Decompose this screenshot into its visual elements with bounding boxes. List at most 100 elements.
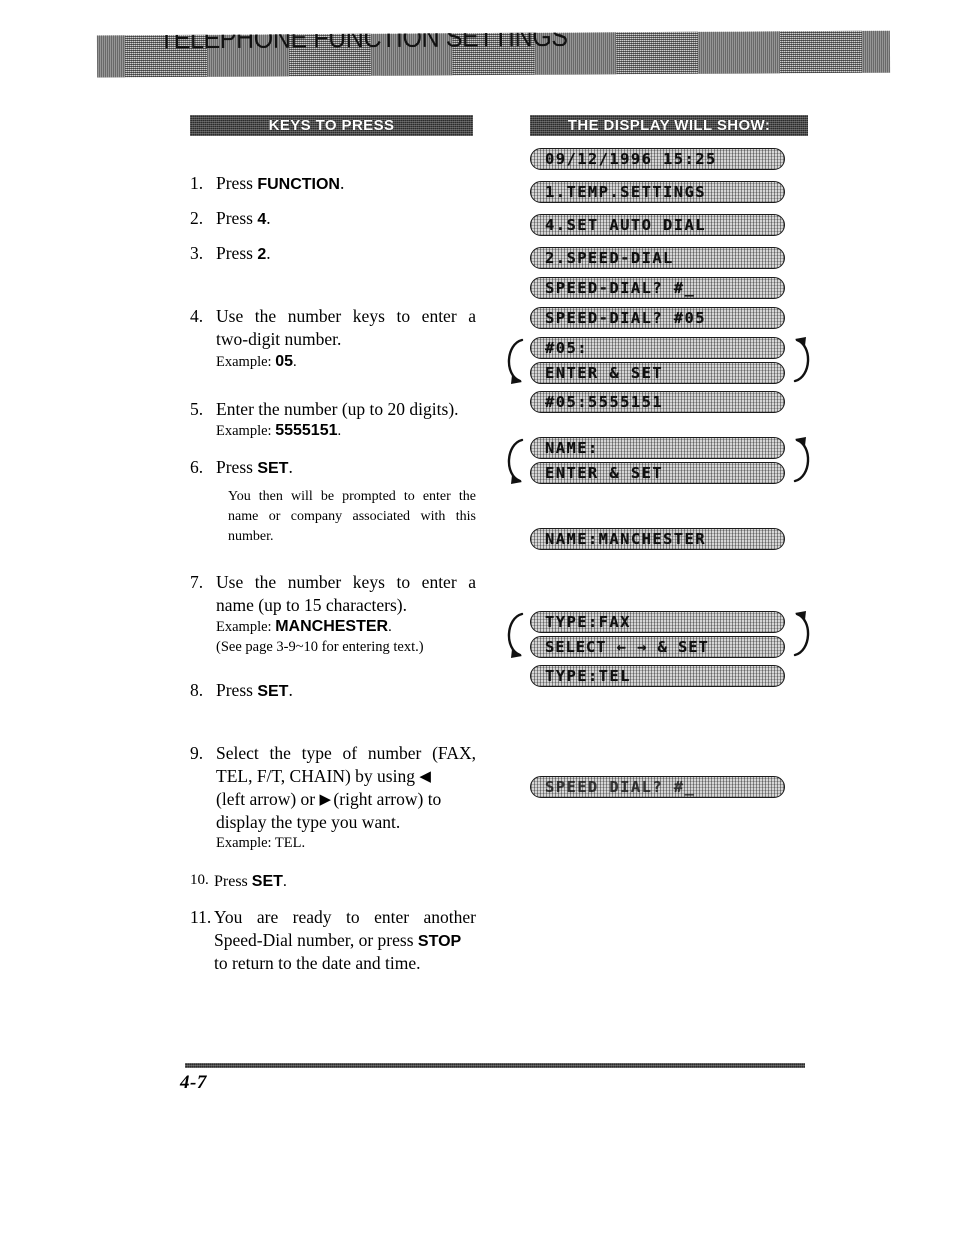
- footer-rule: [185, 1063, 805, 1068]
- step-11-line-3: to return to the date and time.: [214, 953, 421, 974]
- lcd-datetime: 09/12/1996 15:25: [530, 148, 785, 170]
- step-11-number: 11.: [190, 907, 212, 928]
- lcd-enter-and-set-2-text: ENTER & SET: [545, 464, 664, 482]
- step-2-prefix: Press: [216, 208, 258, 229]
- step-4-example-label: Example:: [216, 353, 276, 370]
- step-3-key: 2: [257, 246, 267, 264]
- step-6-suffix: .: [288, 457, 293, 478]
- lcd-set-auto-dial: 4.SET AUTO DIAL: [530, 214, 785, 236]
- lcd-entry-05-text: #05:: [545, 339, 588, 357]
- step-2: 2. Press 4.: [190, 207, 476, 230]
- step-3-prefix: Press: [216, 243, 258, 264]
- step-11-line-2-text: Speed-Dial number, or press: [214, 930, 418, 951]
- lcd-type-tel-text: TYPE:TEL: [545, 667, 631, 685]
- step-4-line-2: two-digit number.: [216, 329, 342, 350]
- lcd-name-prompt: NAME:: [530, 437, 785, 459]
- step-8-suffix: .: [288, 679, 293, 700]
- step-6-prefix: Press: [216, 457, 258, 478]
- step-6-number: 6.: [190, 457, 204, 478]
- lcd-pair-enter-number: #05: ENTER & SET: [507, 336, 810, 384]
- step-5: 5. Enter the number (up to 20 digits). E…: [190, 398, 476, 442]
- lcd-speed-dial-05-text: SPEED-DIAL? #05: [545, 309, 706, 327]
- lcd-temp-settings-text: 1.TEMP.SETTINGS: [545, 183, 706, 201]
- step-1-key: FUNCTION: [257, 176, 340, 193]
- step-10: 10. Press SET.: [190, 871, 476, 892]
- lcd-row-speed-dial-menu: 2.SPEED-DIAL: [530, 247, 785, 269]
- lcd-row-speed-dial-ask: SPEED-DIAL? #_: [530, 277, 785, 299]
- step-7-example: Example: MANCHESTER.: [216, 617, 476, 638]
- step-10-text: Press SET.: [214, 871, 476, 892]
- lcd-number-entered: #05:5555151: [530, 391, 785, 413]
- step-2-suffix: .: [266, 208, 271, 229]
- step-7-line-1: Use the number keys to enter a: [216, 571, 476, 592]
- step-8-text: Press SET.: [216, 679, 476, 702]
- step-7: 7. Use the number keys to enter a name (…: [190, 571, 476, 657]
- lcd-temp-settings: 1.TEMP.SETTINGS: [530, 181, 785, 203]
- step-8-key: SET: [257, 682, 289, 700]
- step-8-number: 8.: [190, 679, 204, 700]
- lcd-type-fax: TYPE:FAX: [530, 611, 785, 633]
- page-title-band: TELEPHONE FUNCTION SETTINGS: [96, 30, 891, 78]
- step-6-note: You then will be prompted to enter the n…: [216, 487, 476, 547]
- lcd-row-type-tel: TYPE:TEL: [530, 665, 785, 687]
- instruction-steps-list: 1. Press FUNCTION. 2. Press 4. 3. Press …: [190, 172, 476, 978]
- step-6-note-line-2: name or company associated with this: [228, 509, 476, 525]
- step-7-example-suffix: .: [388, 619, 392, 636]
- step-8: 8. Press SET.: [190, 679, 476, 702]
- cycle-arrow-left-icon-2: [500, 435, 526, 487]
- step-4-example-suffix: .: [293, 353, 297, 370]
- lcd-set-auto-dial-text: 4.SET AUTO DIAL: [545, 216, 706, 234]
- step-5-example: Example: 5555151.: [216, 421, 476, 442]
- step-9-line-3-prefix: (left arrow) or: [216, 789, 320, 810]
- display-will-show-header: THE DISPLAY WILL SHOW:: [530, 115, 808, 136]
- lcd-datetime-text: 09/12/1996 15:25: [545, 150, 717, 168]
- step-6-note-line-1: You then will be prompted to enter the: [228, 489, 476, 505]
- lcd-speed-dial-end: SPEED DIAL? #_: [530, 776, 785, 798]
- lcd-speed-dial-menu-text: 2.SPEED-DIAL: [545, 249, 674, 267]
- step-1-suffix: .: [339, 173, 345, 193]
- step-5-example-value: 5555151: [275, 422, 338, 440]
- page-number: 4-7: [180, 1072, 207, 1093]
- step-9-line-2: TEL, F/T, CHAIN) by using ◀: [216, 765, 476, 788]
- step-9-example: Example: TEL.: [216, 835, 306, 852]
- cycle-arrow-right-icon-3: [791, 609, 817, 661]
- lcd-type-fax-text: TYPE:FAX: [545, 613, 631, 631]
- lcd-select-and-set-text: SELECT ← → & SET: [545, 638, 709, 656]
- lcd-speed-dial-05: SPEED-DIAL? #05: [530, 307, 785, 329]
- step-2-text: Press 4.: [216, 207, 476, 230]
- step-3-text: Press 2.: [216, 242, 476, 265]
- step-9: 9. Select the type of number (FAX, TEL, …: [190, 742, 476, 853]
- lcd-speed-dial-ask-text: SPEED-DIAL? #_: [545, 279, 696, 297]
- step-1-number: 1.: [190, 173, 204, 193]
- step-5-line-1: Enter the number (up to 20 digits).: [216, 399, 459, 420]
- lcd-enter-and-set-1-text: ENTER & SET: [545, 364, 664, 382]
- lcd-row-name-entered: NAME:MANCHESTER: [530, 528, 785, 550]
- step-9-line-1: Select the type of number (FAX,: [216, 742, 476, 763]
- step-9-line-3: (left arrow) or ▶ (right arrow) to: [216, 788, 476, 811]
- step-10-prefix: Press: [214, 873, 252, 891]
- cycle-arrow-right-icon-2: [791, 435, 817, 487]
- lcd-speed-dial-end-text: SPEED DIAL? #_: [545, 778, 696, 796]
- step-9-line-3-suffix: (right arrow) to: [329, 789, 442, 810]
- lcd-row-number-entered: #05:5555151: [530, 391, 785, 413]
- step-4-example: Example: 05.: [216, 352, 476, 373]
- step-7-number: 7.: [190, 571, 204, 592]
- lcd-pair-enter-name: NAME: ENTER & SET: [507, 436, 810, 484]
- cycle-arrow-left-icon-3: [500, 609, 526, 661]
- step-5-example-label: Example:: [216, 423, 276, 440]
- step-11-key: STOP: [417, 933, 462, 951]
- step-11-line-1: You are ready to enter another: [214, 907, 476, 928]
- lcd-row-temp-settings: 1.TEMP.SETTINGS: [530, 181, 785, 203]
- lcd-speed-dial-ask: SPEED-DIAL? #_: [530, 277, 785, 299]
- lcd-select-and-set: SELECT ← → & SET: [530, 636, 785, 658]
- step-7-example-label: Example:: [216, 619, 276, 636]
- step-6-note-line-3: number.: [228, 529, 274, 545]
- lcd-enter-and-set-1: ENTER & SET: [530, 362, 785, 384]
- step-10-number: 10.: [190, 872, 209, 889]
- step-4-example-value: 05: [275, 352, 293, 370]
- right-arrow-icon: ▶: [319, 792, 331, 809]
- step-9-number: 9.: [190, 742, 204, 763]
- lcd-number-entered-text: #05:5555151: [545, 393, 664, 411]
- left-arrow-icon: ◀: [419, 769, 430, 786]
- lcd-row-datetime: 09/12/1996 15:25: [530, 148, 785, 170]
